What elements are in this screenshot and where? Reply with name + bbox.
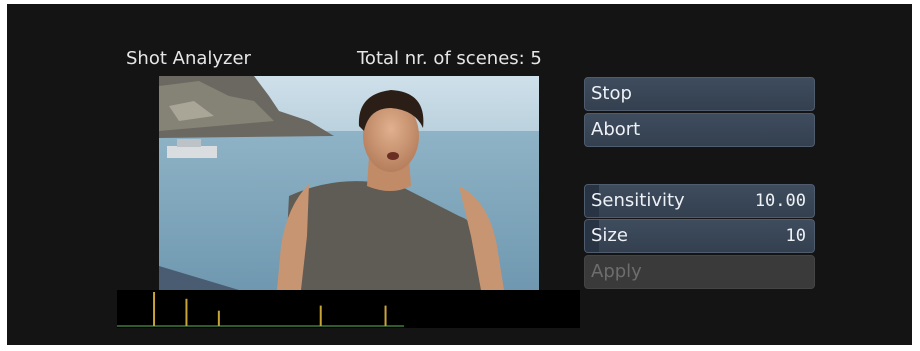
size-label: Size (591, 225, 628, 246)
scene-histogram (117, 290, 580, 328)
video-frame-image (159, 76, 539, 290)
scene-count-label: Total nr. of scenes: 5 (357, 48, 542, 69)
shot-analyzer-panel: Shot Analyzer Total nr. of scenes: 5 Sto… (7, 4, 912, 345)
abort-button-label: Abort (591, 119, 641, 140)
abort-button[interactable]: Abort (584, 113, 815, 147)
size-slider[interactable]: Size 10 (584, 219, 815, 253)
sensitivity-value: 10.00 (754, 191, 806, 211)
apply-button-label: Apply (591, 261, 642, 282)
panel-title: Shot Analyzer (126, 48, 251, 69)
size-value: 10 (785, 226, 806, 246)
apply-button[interactable]: Apply (584, 255, 815, 289)
sensitivity-label: Sensitivity (591, 190, 685, 211)
stop-button-label: Stop (591, 83, 632, 104)
sensitivity-slider[interactable]: Sensitivity 10.00 (584, 184, 815, 218)
video-preview (159, 76, 539, 290)
stop-button[interactable]: Stop (584, 77, 815, 111)
histogram-chart (117, 292, 405, 327)
